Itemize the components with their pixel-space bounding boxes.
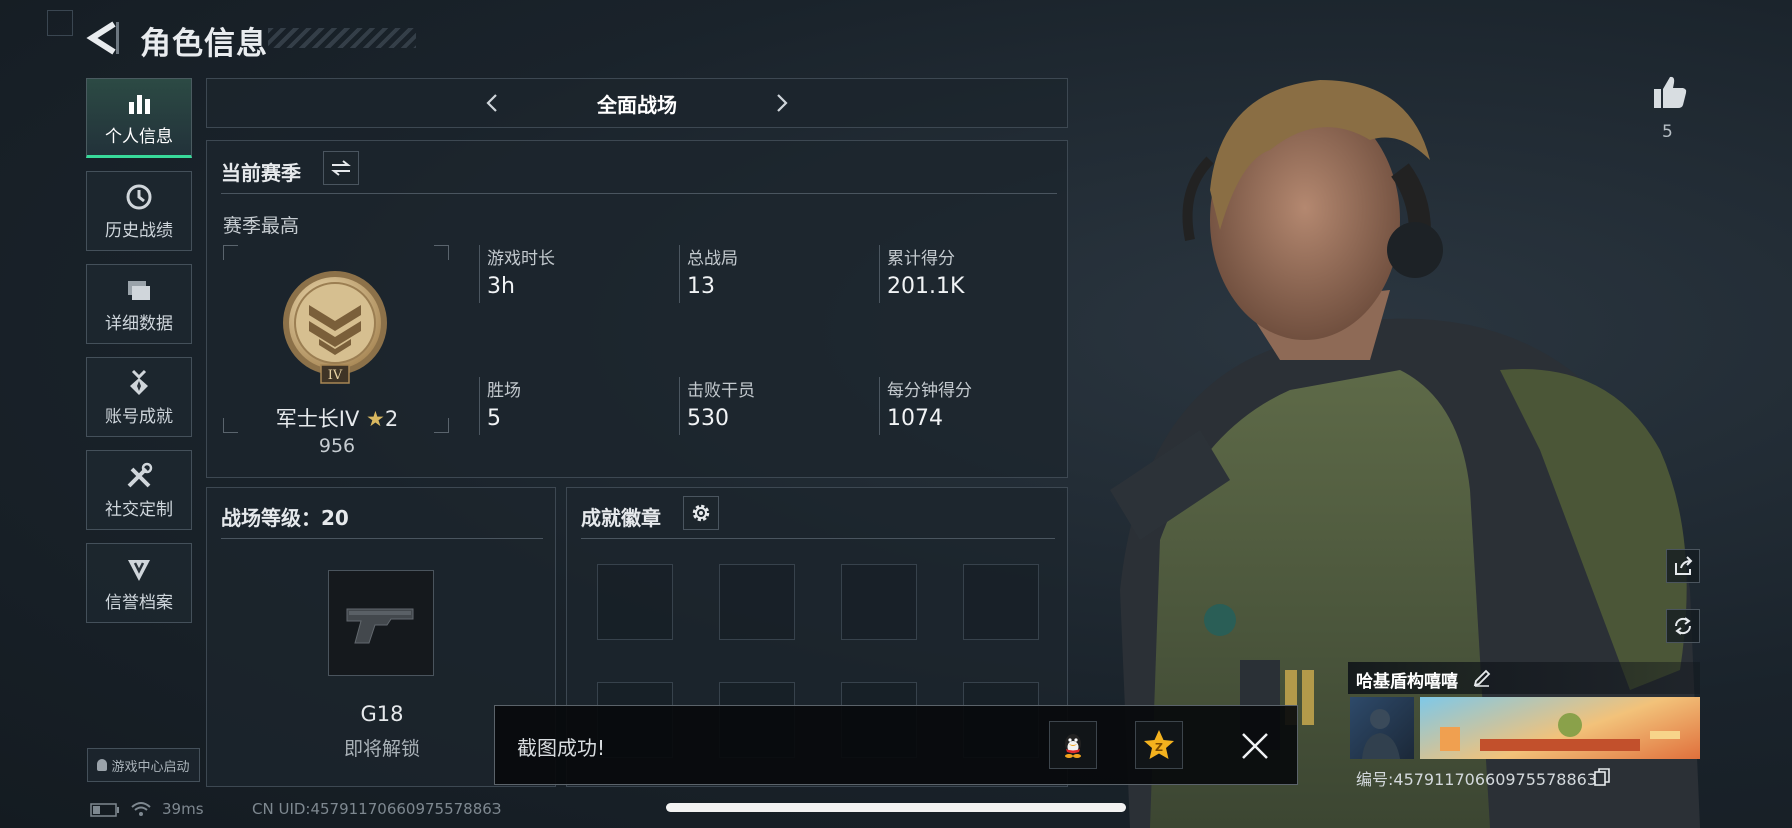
stat-divider [679,245,680,303]
stat-label-kills: 击败干员 [687,381,755,401]
ping-value: 39ms [162,800,204,818]
stat-divider [479,377,480,435]
chevron-right-icon[interactable] [769,91,793,115]
avatar[interactable] [1350,697,1414,759]
wifi-icon [131,802,151,816]
back-arrow-icon[interactable] [84,18,120,58]
title-stripes-decoration [268,28,416,48]
bar-chart-icon [129,94,150,114]
rank-numeral: IV [328,368,343,383]
sidebar-item-personal-info[interactable]: 个人信息 [86,78,192,158]
player-name: 哈基盾构嘻嘻 [1356,672,1458,692]
uid-text: CN UID:4579117066097557886З [252,800,502,818]
stat-divider [479,245,480,303]
banner-illustration [1440,713,1680,751]
sidebar-item-history[interactable]: 历史战绩 [86,171,192,251]
refresh-icon [1674,617,1692,635]
stat-divider [879,377,880,435]
season-best-label: 赛季最高 [223,215,300,237]
divider [221,538,543,539]
mode-selector: 全面战场 [206,78,1068,128]
stat-label-playtime: 游戏时长 [487,249,555,269]
player-id: 编号:45791170660975578863 [1356,770,1597,789]
stat-value-kills: 530 [687,406,729,431]
stat-value-wins: 5 [487,406,501,431]
page-title: 角色信息 [140,26,268,62]
sidebar-item-label: 社交定制 [105,499,173,520]
share-qq-button[interactable] [1049,721,1097,769]
switch-season-button[interactable] [323,151,359,185]
stat-value-matches: 13 [687,274,715,299]
rotate-button[interactable] [1666,609,1700,643]
sidebar-item-label: 账号成就 [105,406,173,427]
soldier-avatar-icon [1362,709,1400,759]
divider [581,538,1055,539]
rank-emblem-icon: IV [283,271,387,384]
shield-diamond-icon [128,559,150,581]
rank-name-row: 军士长IV ★2 [267,403,407,433]
badge-slot[interactable] [597,564,673,640]
stat-label-total-score: 累计得分 [887,249,955,269]
sidebar-item-label: 信誉档案 [105,592,173,613]
qq-penguin-icon [1065,734,1081,758]
close-icon[interactable] [1239,730,1271,762]
gear-icon [692,504,710,522]
battlefield-level-title: 战场等级：20 [221,506,349,530]
share-qzone-button[interactable]: Z [1135,721,1183,769]
tools-icon [127,462,153,487]
pistol-icon [346,608,414,644]
battery-icon [90,803,119,817]
stat-label-matches: 总战局 [687,249,738,269]
season-panel: 当前赛季 赛季最高 IV 军士长IV ★2 956 游戏时长 3h 总战局 13… [206,140,1068,478]
sidebar-item-label: 历史战绩 [105,220,173,241]
sidebar-item-achievements[interactable]: 账号成就 [86,357,192,437]
share-icon [1675,556,1693,575]
weapon-slot[interactable] [328,570,434,676]
clock-history-icon [126,184,152,209]
game-center-launch-button[interactable]: 游戏中心启动 [87,748,200,782]
screenshot-toast: 截图成功! Z [494,705,1298,785]
sidebar-item-label: 详细数据 [105,313,173,334]
medal-icon [130,369,148,395]
badge-settings-button[interactable] [683,496,719,530]
sidebar-item-detailed-data[interactable]: 详细数据 [86,264,192,344]
sidebar-item-label: 个人信息 [105,126,173,147]
stat-value-total-score: 201.1K [887,274,965,299]
home-indicator[interactable] [666,803,1126,812]
rank-stars: 2 [384,407,399,431]
stat-value-score-per-minute: 1074 [887,406,943,431]
edit-pencil-icon[interactable] [1472,668,1492,688]
corner-decoration [47,10,73,36]
like-count: 5 [1662,122,1673,142]
qzone-star-icon: Z [1144,730,1174,759]
sidebar-item-reputation[interactable]: 信誉档案 [86,543,192,623]
rank-name: 军士长IV [275,407,360,431]
star-icon: ★ [366,407,385,431]
swap-arrows-icon [331,160,351,176]
chevron-left-icon[interactable] [481,91,505,115]
stat-value-playtime: 3h [487,274,515,299]
stat-divider [879,245,880,303]
badge-slot[interactable] [963,564,1039,640]
like-thumb-icon[interactable] [1650,72,1690,112]
sidebar-item-social[interactable]: 社交定制 [86,450,192,530]
toast-message: 截图成功! [517,736,606,760]
qq-bell-icon [97,759,108,771]
badge-slot[interactable] [841,564,917,640]
stat-label-score-per-minute: 每分钟得分 [887,381,972,401]
profile-banner[interactable] [1420,697,1700,759]
folder-stack-icon [128,280,150,300]
mode-title: 全面战场 [597,92,677,117]
launch-label: 游戏中心启动 [111,759,190,775]
badges-title: 成就徽章 [581,506,661,530]
badge-slot[interactable] [719,564,795,640]
season-title: 当前赛季 [221,161,301,185]
rank-points: 956 [318,435,356,457]
stat-label-wins: 胜场 [487,381,521,401]
divider [221,193,1057,194]
share-button[interactable] [1666,549,1700,583]
svg-text:Z: Z [1155,741,1163,754]
copy-icon[interactable] [1594,768,1610,786]
stat-divider [679,377,680,435]
